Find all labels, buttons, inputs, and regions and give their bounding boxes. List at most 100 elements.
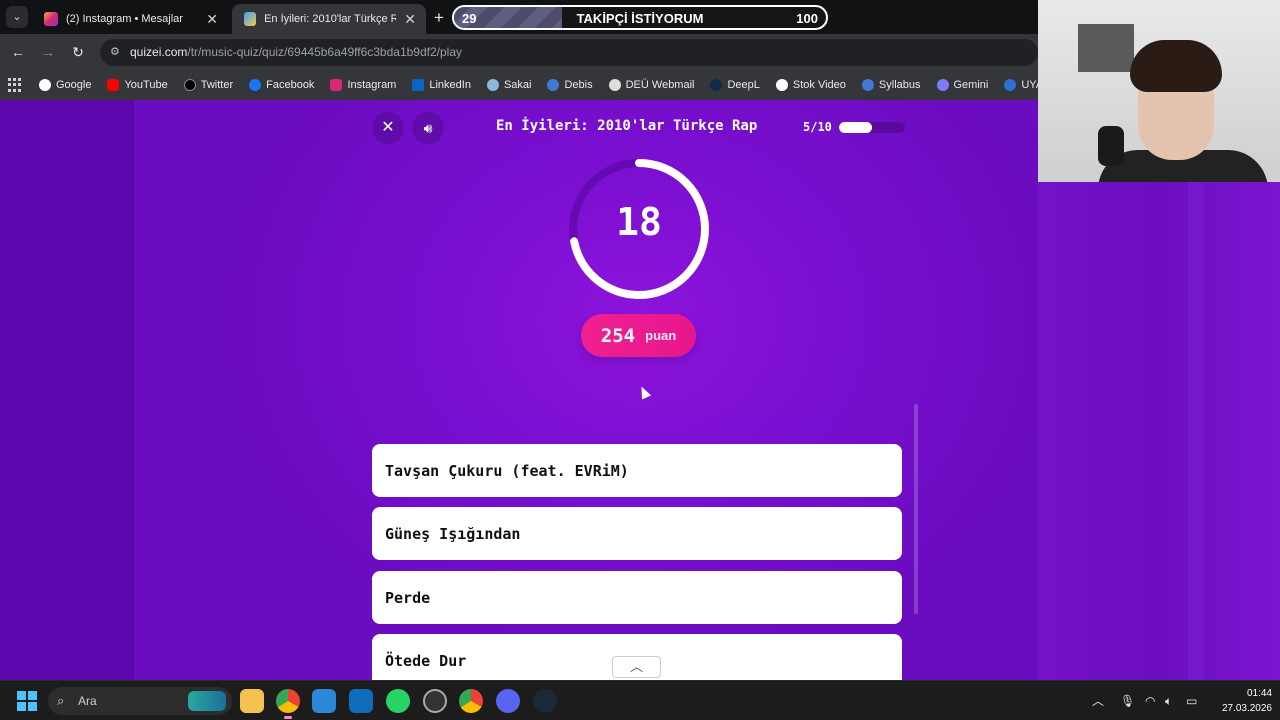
bookmark-syllabus[interactable]: Syllabus [854, 79, 929, 91]
chrome-icon[interactable] [276, 689, 300, 719]
bookmark-deu-webmail[interactable]: DEÜ Webmail [601, 79, 703, 91]
x-icon [183, 79, 196, 91]
gemini-icon [936, 79, 949, 91]
bookmark-twitter[interactable]: Twitter [176, 79, 241, 91]
microphone-icon[interactable]: 🎙︎ [1120, 681, 1135, 720]
search-placeholder: Ara [78, 694, 97, 708]
page-background-right [1038, 182, 1280, 680]
bookmark-instagram[interactable]: Instagram [322, 79, 404, 91]
tab-search-chevron-icon[interactable]: ⌄ [6, 6, 28, 28]
answer-option[interactable]: Perde [372, 571, 902, 624]
toolbar: ← → ↻ ⚙ quizei.com/tr/music-quiz/quiz/69… [0, 34, 1038, 70]
webcam-overlay [1038, 0, 1280, 182]
obs-icon[interactable] [423, 689, 447, 713]
bookmark-stok-video[interactable]: Stok Video [768, 79, 854, 91]
reload-icon[interactable]: ↻ [68, 42, 88, 62]
score-value: 254 [600, 324, 636, 347]
question-progress-text: 5/10 [803, 120, 832, 134]
follower-goal-overlay: 29 TAKİPÇİ İSTİYORUM 100 [452, 5, 828, 30]
quizei-icon [244, 12, 257, 26]
search-highlight-icon [188, 691, 226, 711]
new-tab-icon[interactable]: + [434, 8, 444, 28]
quiz-title: En İyileri: 2010'lar Türkçe Rap [496, 118, 758, 134]
instagram-icon [44, 12, 58, 26]
bookmark-sakai[interactable]: Sakai [479, 79, 540, 91]
file-explorer-icon[interactable] [240, 689, 264, 713]
back-icon[interactable]: ← [8, 42, 28, 62]
google-icon [39, 79, 51, 91]
battery-icon[interactable]: ▭ [1186, 681, 1197, 720]
facebook-icon [249, 79, 262, 91]
globe-icon [608, 79, 621, 91]
discord-icon[interactable] [496, 689, 520, 713]
mouse-cursor [636, 384, 652, 400]
bookmark-facebook[interactable]: Facebook [241, 79, 322, 91]
tab-strip: ⌄ (2) Instagram • Mesajlar ✕ En İyileri:… [0, 0, 1038, 34]
stock-video-icon [775, 79, 788, 91]
apps-grid-icon[interactable] [8, 78, 21, 92]
tab-title: (2) Instagram • Mesajlar [66, 13, 183, 25]
bookmark-linkedin[interactable]: LinkedIn [404, 79, 479, 91]
site-info-icon[interactable]: ⚙ [110, 39, 120, 66]
page-side-shade [0, 100, 134, 680]
youtube-icon [107, 79, 120, 91]
wall-photos [1078, 24, 1134, 72]
tab-title: En İyileri: 2010'lar Türkçe Rap - [264, 13, 397, 25]
debis-icon [547, 79, 560, 91]
tray-overflow-chevron-icon[interactable]: ︿ [1092, 681, 1104, 720]
quiz-page: ✕ 🔊︎ En İyileri: 2010'lar Türkçe Rap 5/1… [0, 100, 1038, 680]
bookmark-google[interactable]: Google [31, 79, 99, 91]
windows-taskbar: ⌕ Ara ︿ 🎙︎ ◠ 🔈︎ ▭ 01:44 27.03.2026 [0, 680, 1280, 720]
background-stripe [1188, 182, 1204, 680]
wifi-icon[interactable]: ◠ [1145, 681, 1155, 720]
answer-option[interactable]: Tavşan Çukuru (feat. EVRiM) [372, 444, 902, 497]
scroll-up-chevron-icon[interactable]: ︿ [612, 656, 661, 678]
bookmarks-bar: Google YouTube Twitter Facebook Instagra… [0, 70, 1099, 100]
search-icon: ⌕ [57, 693, 65, 708]
score-badge: 254 puan [581, 314, 696, 357]
question-progress-bar [839, 122, 905, 133]
steam-icon[interactable] [533, 689, 557, 713]
close-tab-icon[interactable]: ✕ [404, 11, 416, 28]
clock-date: 27.03.2026 [1221, 703, 1272, 714]
goal-label: TAKİPÇİ İSTİYORUM [576, 11, 704, 26]
answer-option[interactable]: Güneş Işığından [372, 507, 902, 560]
windows-start-icon[interactable] [17, 691, 37, 711]
deepl-icon [710, 79, 723, 91]
bookmark-youtube[interactable]: YouTube [99, 79, 175, 91]
scrollbar[interactable] [914, 404, 918, 614]
goal-target: 100 [796, 11, 818, 26]
syllabus-icon [861, 79, 874, 91]
browser-chrome: ⌄ (2) Instagram • Mesajlar ✕ En İyileri:… [0, 0, 1099, 100]
speaker-icon[interactable]: 🔈︎ [1165, 681, 1172, 720]
bookmark-debis[interactable]: Debis [539, 79, 600, 91]
uyap-icon [1004, 79, 1017, 91]
screen: ⌄ (2) Instagram • Mesajlar ✕ En İyileri:… [0, 0, 1280, 720]
close-tab-icon[interactable]: ✕ [206, 11, 218, 28]
sakai-icon [486, 79, 499, 91]
url-path: /tr/music-quiz/quiz/69445b6a49ff6c3bda1b… [187, 45, 462, 59]
linkedin-icon [412, 79, 425, 91]
streamer-hair [1130, 40, 1222, 92]
bookmark-deepl[interactable]: DeepL [702, 79, 767, 91]
address-bar[interactable]: ⚙ quizei.com/tr/music-quiz/quiz/69445b6a… [100, 39, 1038, 66]
countdown-value: 18 [616, 200, 662, 244]
url-host: quizei.com [130, 45, 188, 59]
instagram-icon [330, 79, 343, 91]
score-unit: puan [645, 328, 677, 343]
close-quiz-icon[interactable]: ✕ [372, 112, 404, 144]
chrome-profile-icon[interactable] [459, 689, 483, 713]
tab-quiz[interactable]: En İyileri: 2010'lar Türkçe Rap - ✕ [232, 4, 426, 34]
clock-time: 01:44 [1246, 688, 1272, 699]
taskbar-search[interactable]: ⌕ Ara [48, 687, 232, 715]
tab-instagram[interactable]: (2) Instagram • Mesajlar ✕ [32, 4, 228, 34]
store-icon[interactable] [312, 689, 336, 713]
volume-icon[interactable]: 🔊︎ [412, 112, 444, 144]
question-progress-fill [839, 122, 872, 133]
bookmark-gemini[interactable]: Gemini [929, 79, 997, 91]
mail-icon[interactable] [349, 689, 373, 713]
whatsapp-icon[interactable] [386, 689, 410, 713]
forward-icon[interactable]: → [38, 42, 58, 62]
system-clock[interactable]: 01:44 27.03.2026 [1208, 686, 1272, 716]
microphone [1098, 126, 1124, 166]
